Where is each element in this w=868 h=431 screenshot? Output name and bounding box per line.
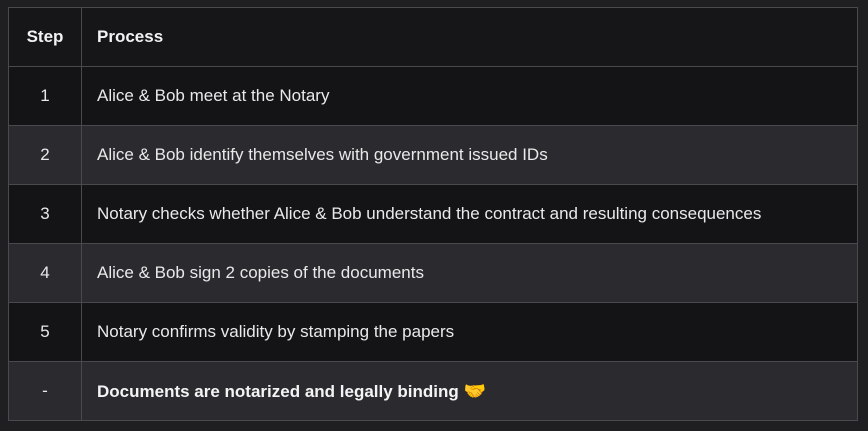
handshake-icon: 🤝 [463,380,487,401]
step-cell: 3 [8,184,82,244]
table-row: 3 Notary checks whether Alice & Bob unde… [8,184,858,244]
process-cell: Alice & Bob sign 2 copies of the documen… [81,243,858,303]
process-cell: Notary confirms validity by stamping the… [81,302,858,362]
step-cell: 5 [8,302,82,362]
process-table: Step Process 1 Alice & Bob meet at the N… [8,7,858,421]
step-cell: 1 [8,66,82,126]
step-cell: 4 [8,243,82,303]
table-row: 1 Alice & Bob meet at the Notary [8,66,858,126]
header-step: Step [8,7,82,67]
process-cell: Alice & Bob meet at the Notary [81,66,858,126]
table-header-row: Step Process [8,7,858,67]
table-row: 5 Notary confirms validity by stamping t… [8,302,858,362]
table-row: 4 Alice & Bob sign 2 copies of the docum… [8,243,858,303]
process-cell: Notary checks whether Alice & Bob unders… [81,184,858,244]
table-row: 2 Alice & Bob identify themselves with g… [8,125,858,185]
header-process: Process [81,7,858,67]
table-row-final: - Documents are notarized and legally bi… [8,361,858,421]
process-cell-final: Documents are notarized and legally bind… [81,361,858,421]
step-cell: 2 [8,125,82,185]
process-cell: Alice & Bob identify themselves with gov… [81,125,858,185]
final-process-text: Documents are notarized and legally bind… [97,381,459,401]
step-cell: - [8,361,82,421]
